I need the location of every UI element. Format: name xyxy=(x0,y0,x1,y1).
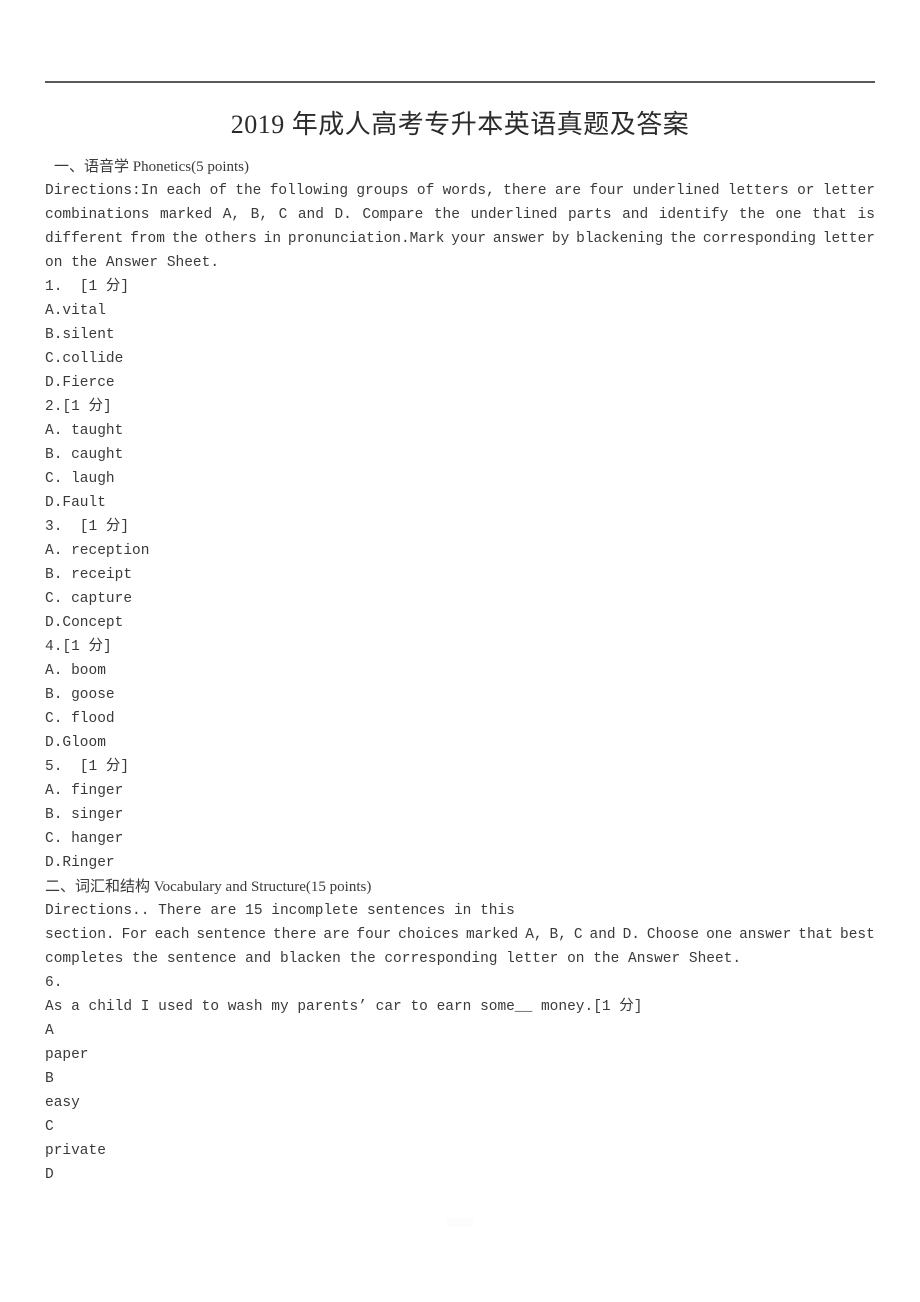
option-item[interactable]: C.collide xyxy=(45,347,875,371)
section-heading-phonetics: 一、语音学 Phonetics(5 points) xyxy=(54,159,249,175)
question-stem: As a child I used to wash my parents’ ca… xyxy=(45,999,643,1015)
option-letter[interactable]: A xyxy=(45,1019,875,1043)
directions-phonetics: Directions:In each of the following grou… xyxy=(45,179,875,275)
directions-line: Directions.. There are 15 incomplete sen… xyxy=(45,903,515,919)
directions-line: section. For each sentence there are fou… xyxy=(45,927,875,943)
document-body: 一、语音学 Phonetics(5 points) Directions:In … xyxy=(45,155,875,1187)
option-item[interactable]: C. laugh xyxy=(45,467,875,491)
option-text[interactable]: paper xyxy=(45,1043,875,1067)
option-item[interactable]: D.Concept xyxy=(45,611,875,635)
directions-line: combinations marked A, B, C and D. Compa… xyxy=(45,207,875,223)
option-item[interactable]: D.Fault xyxy=(45,491,875,515)
question-number: 5. [1 分] xyxy=(45,759,130,775)
option-item[interactable]: D.Gloom xyxy=(45,731,875,755)
directions-line-last: on the Answer Sheet. xyxy=(45,255,220,271)
option-item[interactable]: C. flood xyxy=(45,707,875,731)
question-number: 3. [1 分] xyxy=(45,519,130,535)
option-text[interactable]: easy xyxy=(45,1091,875,1115)
option-item[interactable]: D.Ringer xyxy=(45,851,875,875)
directions-line: different from the others in pronunciati… xyxy=(45,231,875,247)
question-number: 2.[1 分] xyxy=(45,399,112,415)
option-letter[interactable]: B xyxy=(45,1067,875,1091)
option-item[interactable]: A.vital xyxy=(45,299,875,323)
header-divider xyxy=(45,81,875,83)
option-text[interactable]: private xyxy=(45,1139,875,1163)
option-item[interactable]: A. reception xyxy=(45,539,875,563)
option-item[interactable]: B. caught xyxy=(45,443,875,467)
option-item[interactable]: B. singer xyxy=(45,803,875,827)
question-number: 4.[1 分] xyxy=(45,639,112,655)
question-number: 1. [1 分] xyxy=(45,279,130,295)
option-item[interactable]: A. boom xyxy=(45,659,875,683)
document-page: 2019 年成人高考专升本英语真题及答案 一、语音学 Phonetics(5 p… xyxy=(0,0,920,1302)
option-item[interactable]: B.silent xyxy=(45,323,875,347)
option-item[interactable]: D.Fierce xyxy=(45,371,875,395)
option-item[interactable]: A. finger xyxy=(45,779,875,803)
option-item[interactable]: B. goose xyxy=(45,683,875,707)
directions-line-last: completes the sentence and blacken the c… xyxy=(45,951,742,967)
option-letter[interactable]: D xyxy=(45,1163,875,1187)
option-item[interactable]: C. hanger xyxy=(45,827,875,851)
page-watermark xyxy=(447,1218,473,1227)
page-title: 2019 年成人高考专升本英语真题及答案 xyxy=(230,110,690,139)
option-item[interactable]: B. receipt xyxy=(45,563,875,587)
option-item[interactable]: C. capture xyxy=(45,587,875,611)
option-letter[interactable]: C xyxy=(45,1115,875,1139)
section-heading-vocabulary: 二、词汇和结构 Vocabulary and Structure(15 poin… xyxy=(45,879,372,895)
question-number: 6. xyxy=(45,975,63,991)
option-item[interactable]: A. taught xyxy=(45,419,875,443)
directions-line: Directions:In each of the following grou… xyxy=(45,183,875,199)
directions-vocabulary: Directions.. There are 15 incomplete sen… xyxy=(45,899,875,971)
